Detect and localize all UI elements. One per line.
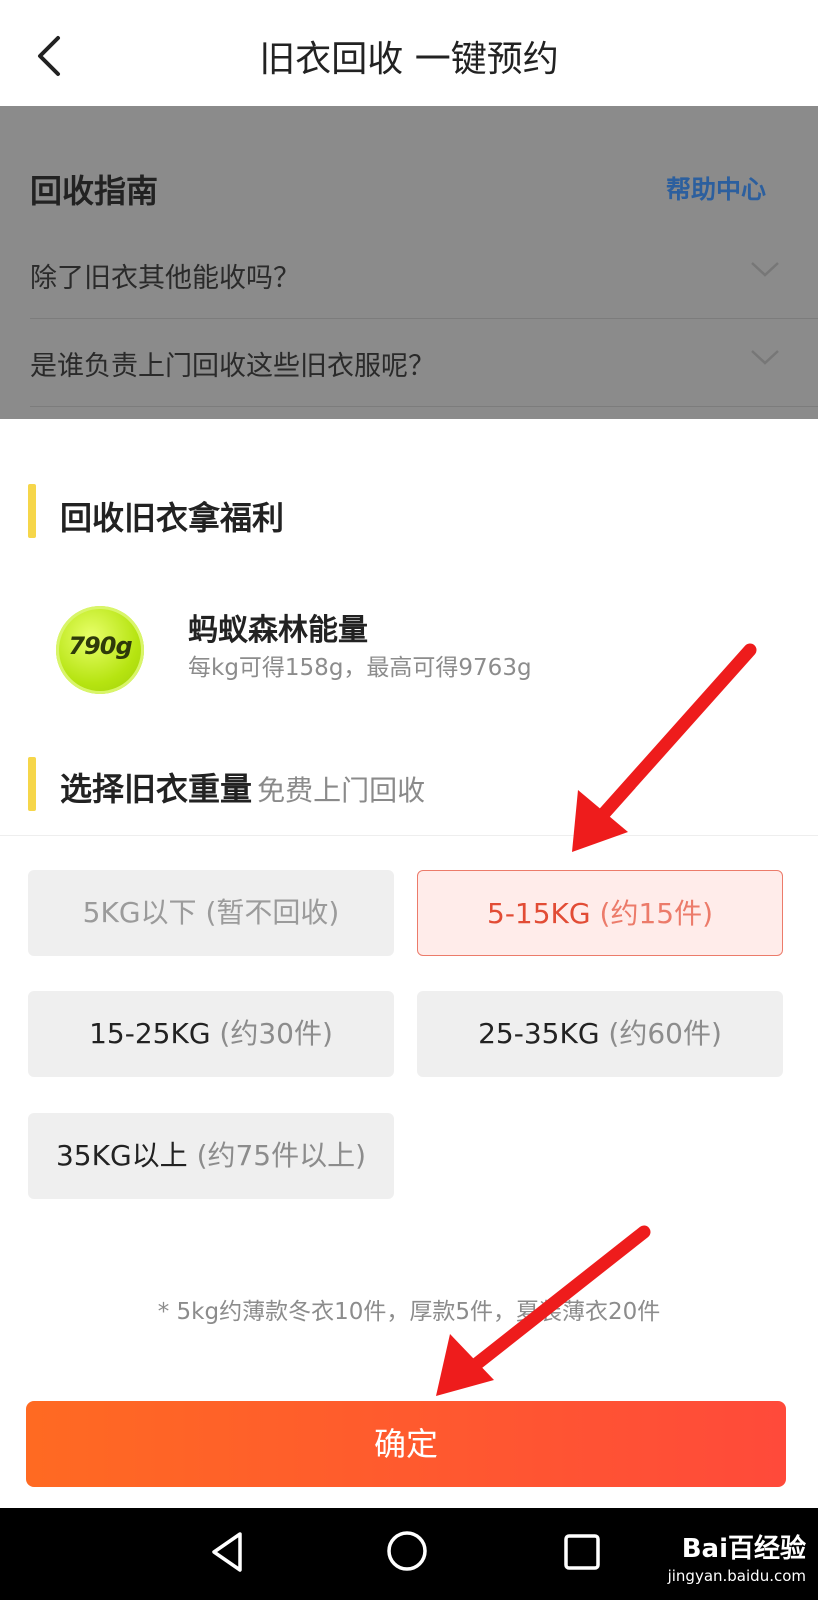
option-label: 25-35KG <box>478 1017 600 1050</box>
top-nav-bar: 旧衣回收 一键预约 <box>0 0 818 106</box>
option-hint: (约30件) <box>219 1017 333 1050</box>
option-hint: (约75件以上) <box>196 1139 367 1172</box>
weight-note: * 5kg约薄款冬衣10件，厚款5件，夏装薄衣20件 <box>157 1299 661 1325</box>
chevron-down-icon <box>751 262 779 277</box>
weight-option-5-15kg[interactable]: 5-15KG (约15件) <box>417 870 783 956</box>
weight-option-25-35kg[interactable]: 25-35KG (约60件) <box>417 991 783 1077</box>
divider <box>0 835 818 836</box>
option-label: 5-15KG <box>487 897 591 930</box>
section-accent-bar <box>28 484 36 538</box>
weight-section-header: 选择旧衣重量 免费上门回收 <box>60 764 425 810</box>
badge-value: 790g <box>68 632 132 660</box>
watermark-brand: Bai百经验 <box>681 1534 806 1564</box>
energy-description: 每kg可得158g，最高可得9763g <box>188 655 532 681</box>
faq-question: 除了旧衣其他能收吗？ <box>30 263 300 294</box>
weight-section-subtitle: 免费上门回收 <box>257 774 426 807</box>
guide-title: 回收指南 <box>30 172 159 210</box>
back-triangle-icon[interactable] <box>206 1530 250 1574</box>
weight-section-title: 选择旧衣重量 <box>60 770 253 808</box>
energy-title: 蚂蚁森林能量 <box>188 613 368 648</box>
annotation-arrow-top <box>572 643 757 852</box>
weight-option-15-25kg[interactable]: 15-25KG (约30件) <box>28 991 394 1077</box>
faq-item[interactable]: 除了旧衣其他能收吗？ <box>30 230 818 319</box>
weight-option-over-35kg[interactable]: 35KG以上 (约75件以上) <box>28 1113 394 1199</box>
confirm-button[interactable]: 确定 <box>26 1401 786 1487</box>
option-hint: (约60件) <box>608 1017 722 1050</box>
weight-option-under-5kg[interactable]: 5KG以下 (暂不回收) <box>28 870 394 956</box>
help-center-link[interactable]: 帮助中心 <box>666 170 766 206</box>
faq-item[interactable]: 是谁负责上门回收这些旧衣服呢？ <box>30 318 818 407</box>
recents-square-icon[interactable] <box>562 1532 602 1572</box>
recycle-guide-section: 回收指南 帮助中心 除了旧衣其他能收吗？ 是谁负责上门回收这些旧衣服呢？ <box>0 106 818 419</box>
page-title: 旧衣回收 一键预约 <box>259 39 559 80</box>
watermark-url: jingyan.baidu.com <box>667 1567 806 1585</box>
home-circle-icon[interactable] <box>384 1528 430 1574</box>
faq-question: 是谁负责上门回收这些旧衣服呢？ <box>30 351 435 382</box>
chevron-down-icon <box>751 350 779 365</box>
option-label: 35KG以上 <box>55 1139 188 1172</box>
watermark: Bai百经验 jingyan.baidu.com <box>668 1528 806 1585</box>
option-hint: (约15件) <box>599 897 713 930</box>
forest-energy-badge: 790g <box>56 606 144 694</box>
benefit-section-title: 回收旧衣拿福利 <box>60 499 285 537</box>
option-hint: (暂不回收) <box>205 896 340 929</box>
section-accent-bar <box>28 757 36 811</box>
system-nav-bar: Bai百经验 jingyan.baidu.com <box>0 1508 818 1600</box>
option-label: 5KG以下 <box>82 896 197 929</box>
option-label: 15-25KG <box>89 1017 211 1050</box>
